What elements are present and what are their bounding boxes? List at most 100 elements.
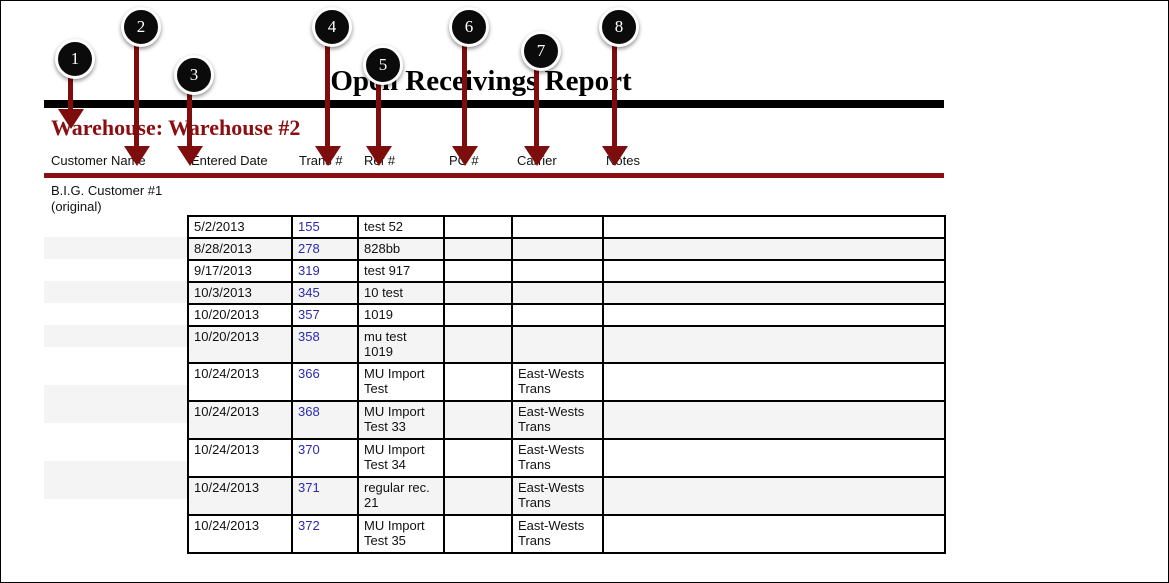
cell-notes bbox=[602, 281, 946, 305]
customer-name-line-2: (original) bbox=[51, 199, 102, 214]
table-row[interactable]: 10/20/2013 357 1019 bbox=[187, 303, 946, 327]
customer-column-cell bbox=[44, 215, 187, 237]
table-row[interactable]: 10/24/2013 372 MU Import Test 35 East-Wests… bbox=[187, 514, 946, 554]
cell-ref: 1019 bbox=[357, 303, 445, 327]
cell-notes bbox=[602, 259, 946, 283]
cell-carrier bbox=[511, 303, 604, 327]
customer-column-cell bbox=[44, 259, 187, 281]
column-header-row: Customer Name Entered Date Trans # Ref # PO … bbox=[1, 153, 961, 171]
title-divider-rule bbox=[44, 100, 944, 108]
cell-carrier: East-Wests Trans bbox=[511, 438, 604, 478]
cell-ref: 10 test bbox=[357, 281, 445, 305]
column-header-trans: Trans # bbox=[299, 153, 343, 168]
table-row[interactable]: 10/3/2013 345 10 test bbox=[187, 281, 946, 305]
cell-trans[interactable]: 357 bbox=[291, 303, 359, 327]
cell-notes bbox=[602, 400, 946, 440]
cell-ref: regular rec. 21 bbox=[357, 476, 445, 516]
cell-po bbox=[443, 303, 513, 327]
cell-trans[interactable]: 345 bbox=[291, 281, 359, 305]
cell-trans[interactable]: 372 bbox=[291, 514, 359, 554]
cell-entered: 10/20/2013 bbox=[187, 303, 293, 327]
customer-column-cell bbox=[44, 499, 187, 537]
cell-carrier: East-Wests Trans bbox=[511, 476, 604, 516]
cell-trans[interactable]: 368 bbox=[291, 400, 359, 440]
report-document: Open Receivings Report Warehouse: Wareho… bbox=[1, 1, 1168, 582]
cell-notes bbox=[602, 237, 946, 261]
cell-po bbox=[443, 476, 513, 516]
cell-po bbox=[443, 400, 513, 440]
cell-carrier: East-Wests Trans bbox=[511, 400, 604, 440]
cell-trans[interactable]: 371 bbox=[291, 476, 359, 516]
customer-column-cell bbox=[44, 303, 187, 325]
table-row[interactable]: 8/28/2013 278 828bb bbox=[187, 237, 946, 261]
cell-ref: MU Import Test 34 bbox=[357, 438, 445, 478]
table-row[interactable]: 10/24/2013 370 MU Import Test 34 East-Wests… bbox=[187, 438, 946, 478]
cell-entered: 10/24/2013 bbox=[187, 362, 293, 402]
customer-column-cell bbox=[44, 385, 187, 423]
customer-column-cell bbox=[44, 347, 187, 385]
column-header-po: PO # bbox=[449, 153, 479, 168]
cell-po bbox=[443, 237, 513, 261]
cell-carrier bbox=[511, 237, 604, 261]
report-page: Open Receivings Report Warehouse: Wareho… bbox=[0, 0, 1169, 583]
cell-po bbox=[443, 362, 513, 402]
column-header-ref: Ref # bbox=[364, 153, 396, 168]
table-row[interactable]: 10/20/2013 358 mu test 1019 bbox=[187, 325, 946, 364]
warehouse-heading: Warehouse: Warehouse #2 bbox=[51, 115, 301, 140]
cell-carrier bbox=[511, 215, 604, 239]
cell-trans[interactable]: 155 bbox=[291, 215, 359, 239]
column-header-customer: Customer Name bbox=[51, 153, 146, 168]
cell-entered: 10/24/2013 bbox=[187, 476, 293, 516]
cell-entered: 5/2/2013 bbox=[187, 215, 293, 239]
cell-trans[interactable]: 370 bbox=[291, 438, 359, 478]
cell-notes bbox=[602, 514, 946, 554]
cell-trans[interactable]: 358 bbox=[291, 325, 359, 364]
cell-ref: test 917 bbox=[357, 259, 445, 283]
cell-po bbox=[443, 438, 513, 478]
cell-entered: 10/24/2013 bbox=[187, 400, 293, 440]
cell-trans[interactable]: 278 bbox=[291, 237, 359, 261]
cell-entered: 10/3/2013 bbox=[187, 281, 293, 305]
cell-po bbox=[443, 259, 513, 283]
customer-name-label: B.I.G. Customer #1 (original) bbox=[51, 183, 162, 215]
receivings-table: 5/2/2013 155 test 52 8/28/2013 278 828bb 9/17/… bbox=[187, 215, 946, 554]
customer-column-cell bbox=[44, 281, 187, 303]
cell-po bbox=[443, 514, 513, 554]
table-row[interactable]: 5/2/2013 155 test 52 bbox=[187, 215, 946, 239]
cell-ref: test 52 bbox=[357, 215, 445, 239]
column-header-carrier: Carrier bbox=[517, 153, 557, 168]
customer-column-cell bbox=[44, 237, 187, 259]
cell-trans[interactable]: 319 bbox=[291, 259, 359, 283]
table-row[interactable]: 10/24/2013 368 MU Import Test 33 East-Wests… bbox=[187, 400, 946, 440]
cell-entered: 9/17/2013 bbox=[187, 259, 293, 283]
cell-notes bbox=[602, 215, 946, 239]
customer-column-cell bbox=[44, 325, 187, 347]
cell-trans[interactable]: 366 bbox=[291, 362, 359, 402]
table-row[interactable]: 10/24/2013 371 regular rec. 21 East-Wests T… bbox=[187, 476, 946, 516]
table-row[interactable]: 10/24/2013 366 MU Import Test East-Wests Tr… bbox=[187, 362, 946, 402]
column-header-notes: Notes bbox=[606, 153, 640, 168]
cell-notes bbox=[602, 438, 946, 478]
cell-po bbox=[443, 215, 513, 239]
cell-carrier: East-Wests Trans bbox=[511, 362, 604, 402]
cell-po bbox=[443, 281, 513, 305]
cell-notes bbox=[602, 476, 946, 516]
cell-entered: 10/24/2013 bbox=[187, 514, 293, 554]
cell-ref: MU Import Test bbox=[357, 362, 445, 402]
cell-carrier bbox=[511, 325, 604, 364]
customer-column-cell bbox=[44, 461, 187, 499]
column-header-rule bbox=[44, 173, 944, 178]
cell-ref: MU Import Test 35 bbox=[357, 514, 445, 554]
cell-entered: 10/24/2013 bbox=[187, 438, 293, 478]
cell-entered: 8/28/2013 bbox=[187, 237, 293, 261]
cell-po bbox=[443, 325, 513, 364]
customer-column-cell bbox=[44, 423, 187, 461]
cell-carrier bbox=[511, 259, 604, 283]
cell-notes bbox=[602, 325, 946, 364]
cell-carrier bbox=[511, 281, 604, 305]
customer-column-stripes bbox=[44, 215, 187, 537]
cell-ref: 828bb bbox=[357, 237, 445, 261]
table-row[interactable]: 9/17/2013 319 test 917 bbox=[187, 259, 946, 283]
cell-notes bbox=[602, 362, 946, 402]
cell-entered: 10/20/2013 bbox=[187, 325, 293, 364]
